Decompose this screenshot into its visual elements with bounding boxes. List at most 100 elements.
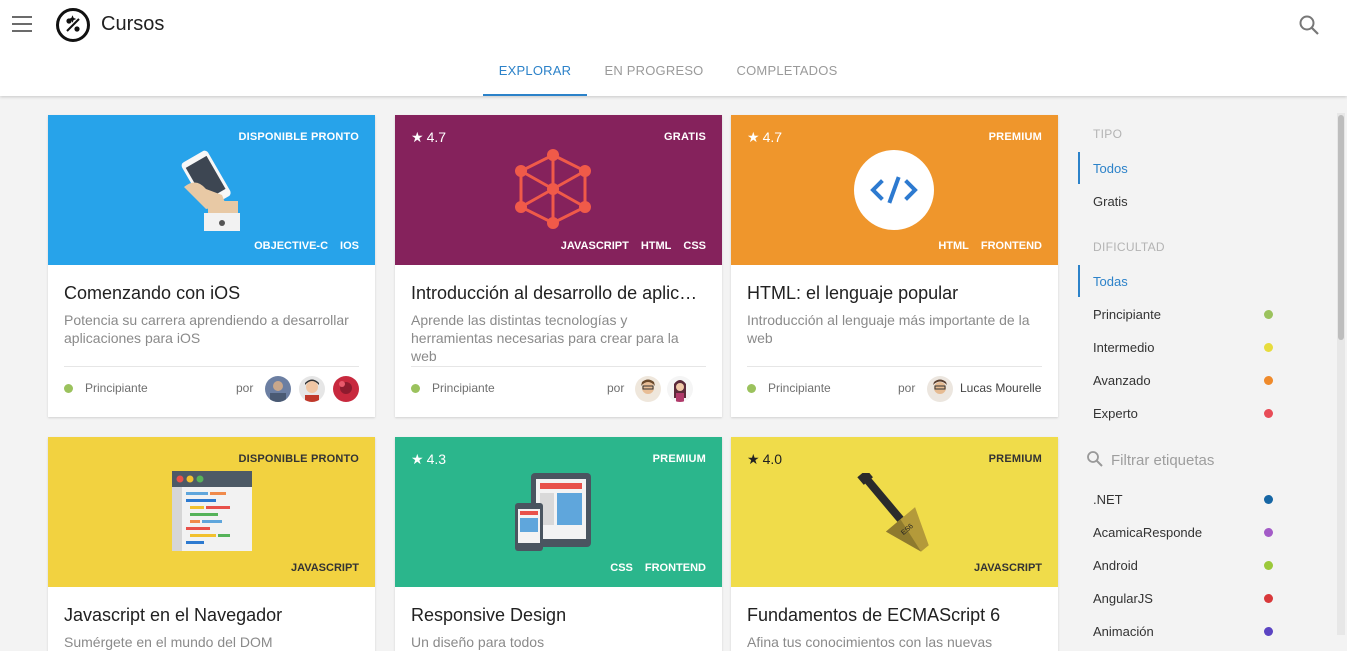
page-title: Cursos: [101, 13, 165, 35]
course-card[interactable]: ★ 4.0 PREMIUM ES6 JAVASCRIPT Fundamentos …: [731, 437, 1058, 651]
level-dot: [1264, 409, 1273, 418]
section-heading-tipo: TIPO: [1093, 127, 1123, 141]
tab-completados[interactable]: COMPLETADOS: [733, 48, 841, 96]
by-label: por: [607, 381, 625, 395]
filter-dificultad-todas[interactable]: Todas: [1093, 274, 1273, 289]
tab-en-progreso[interactable]: EN PROGRESO: [602, 48, 706, 96]
avatar[interactable]: [927, 376, 953, 402]
course-title[interactable]: Responsive Design: [411, 605, 706, 626]
tag-dot: [1264, 561, 1273, 570]
tag: HTML: [938, 240, 969, 252]
tag: JAVASCRIPT: [560, 240, 629, 252]
level-dot: [747, 384, 756, 393]
course-description: Un diseño para todos: [411, 634, 545, 650]
course-description: Introducción al lenguaje más importante …: [747, 312, 1030, 346]
divider: [411, 366, 706, 367]
course-title[interactable]: Fundamentos de ECMAScript 6: [747, 605, 1042, 626]
course-card[interactable]: DISPONIBLE PRONTO JAVASCRIPT Javascript …: [48, 437, 375, 651]
availability-badge: DISPONIBLE PRONTO: [238, 131, 359, 143]
avatar[interactable]: [667, 376, 693, 402]
menu-icon[interactable]: [12, 16, 32, 32]
tag: JAVASCRIPT: [290, 562, 359, 574]
filter-tag-angularjs[interactable]: AngularJS: [1093, 591, 1273, 606]
filter-tag-animacion[interactable]: Animación: [1093, 624, 1273, 639]
filter-tag-acamicaresponde[interactable]: AcamicaResponde: [1093, 525, 1273, 540]
level-label: Principiante: [768, 381, 831, 395]
star-icon: ★: [747, 451, 760, 467]
tag-filter: [1086, 448, 1286, 472]
by-label: por: [898, 381, 916, 395]
filter-dificultad-intermedio[interactable]: Intermedio: [1093, 340, 1273, 355]
course-tags: HTML FRONTEND: [926, 240, 1042, 252]
course-title[interactable]: HTML: el lenguaje popular: [747, 283, 1042, 304]
price-badge: PREMIUM: [652, 453, 706, 465]
logo-icon[interactable]: [56, 8, 90, 42]
filter-dificultad-principiante[interactable]: Principiante: [1093, 307, 1273, 322]
course-description: Afina tus conocimientos con las nuevas: [747, 634, 993, 650]
avatar[interactable]: [333, 376, 359, 402]
author-name[interactable]: Lucas Mourelle: [960, 381, 1041, 395]
tag-filter-input[interactable]: [1111, 448, 1281, 472]
course-title[interactable]: Javascript en el Navegador: [64, 605, 359, 626]
course-tags: JAVASCRIPT HTML CSS: [549, 240, 706, 252]
app-bar: Cursos EXPLORAR EN PROGRESO COMPLETADOS: [0, 0, 1347, 96]
course-tags: JAVASCRIPT: [279, 562, 359, 574]
tab-explorar[interactable]: EXPLORAR: [483, 48, 587, 96]
tag: CSS: [610, 562, 633, 574]
tag-dot: [1264, 528, 1273, 537]
filter-dificultad-avanzado[interactable]: Avanzado: [1093, 373, 1273, 388]
search-icon[interactable]: [1297, 13, 1321, 37]
tag-dot: [1264, 627, 1273, 636]
star-icon: ★: [411, 451, 424, 467]
course-card[interactable]: ★ 4.3 PREMIUM CSS FRONTEND Responsive Desi…: [395, 437, 722, 651]
scrollbar[interactable]: [1337, 113, 1345, 635]
course-title[interactable]: Comenzando con iOS: [64, 283, 359, 304]
filter-sidebar: TIPO Todos Gratis DIFICULTAD Todas Princ…: [1078, 96, 1340, 651]
rating: ★ 4.0: [747, 451, 783, 467]
code-editor-icon: [172, 471, 252, 551]
tag: IOS: [340, 240, 359, 252]
course-cover: ★ 4.3 PREMIUM CSS FRONTEND: [395, 437, 722, 587]
tag-dot: [1264, 594, 1273, 603]
course-card[interactable]: ★ 4.7 PREMIUM HTML FRONTEND HTML: el lengu…: [731, 115, 1058, 417]
filter-tipo-gratis[interactable]: Gratis: [1093, 194, 1273, 209]
course-tags: OBJECTIVE-C IOS: [242, 240, 359, 252]
guitar-icon: ES6: [857, 473, 929, 552]
level-dot: [411, 384, 420, 393]
course-title[interactable]: Introducción al desarrollo de aplic…: [411, 283, 706, 304]
course-cover: DISPONIBLE PRONTO OBJECTIVE-C IOS: [48, 115, 375, 265]
price-badge: PREMIUM: [988, 453, 1042, 465]
avatar[interactable]: [299, 376, 325, 402]
divider: [64, 366, 359, 367]
section-heading-dificultad: DIFICULTAD: [1093, 240, 1165, 254]
tag: FRONTEND: [644, 562, 706, 574]
rating: ★ 4.3: [411, 451, 447, 467]
filter-tag-android[interactable]: Android: [1093, 558, 1273, 573]
by-label: por: [236, 381, 254, 395]
avatar[interactable]: [265, 376, 291, 402]
course-description: Aprende las distintas tecnologías y herr…: [411, 312, 679, 364]
course-description: Sumérgete en el mundo del DOM: [64, 634, 273, 650]
active-indicator: [1078, 265, 1080, 297]
course-card[interactable]: DISPONIBLE PRONTO OBJECTIVE-C IOS Comenza…: [48, 115, 375, 417]
filter-tipo-todos[interactable]: Todos: [1093, 161, 1273, 176]
divider: [747, 366, 1042, 367]
avatar[interactable]: [635, 376, 661, 402]
star-icon: ★: [411, 129, 424, 145]
tag: FRONTEND: [980, 240, 1042, 252]
filter-dificultad-experto[interactable]: Experto: [1093, 406, 1273, 421]
cube-network-icon: [515, 149, 591, 229]
tag: OBJECTIVE-C: [254, 240, 329, 252]
search-icon: [1087, 451, 1103, 467]
level-dot: [1264, 343, 1273, 352]
course-cover: ★ 4.7 PREMIUM HTML FRONTEND: [731, 115, 1058, 265]
course-cover: DISPONIBLE PRONTO JAVASCRIPT: [48, 437, 375, 587]
tab-bar: EXPLORAR EN PROGRESO COMPLETADOS: [0, 48, 1347, 96]
course-card[interactable]: ★ 4.7 GRATIS JAVASCRIPT HTML CSS Introducci…: [395, 115, 722, 417]
course-cover: ★ 4.0 PREMIUM ES6 JAVASCRIPT: [731, 437, 1058, 587]
filter-tag-net[interactable]: .NET: [1093, 492, 1273, 507]
tag: HTML: [640, 240, 672, 252]
scroll-thumb[interactable]: [1338, 115, 1344, 340]
level-label: Principiante: [432, 381, 495, 395]
star-icon: ★: [747, 129, 760, 145]
